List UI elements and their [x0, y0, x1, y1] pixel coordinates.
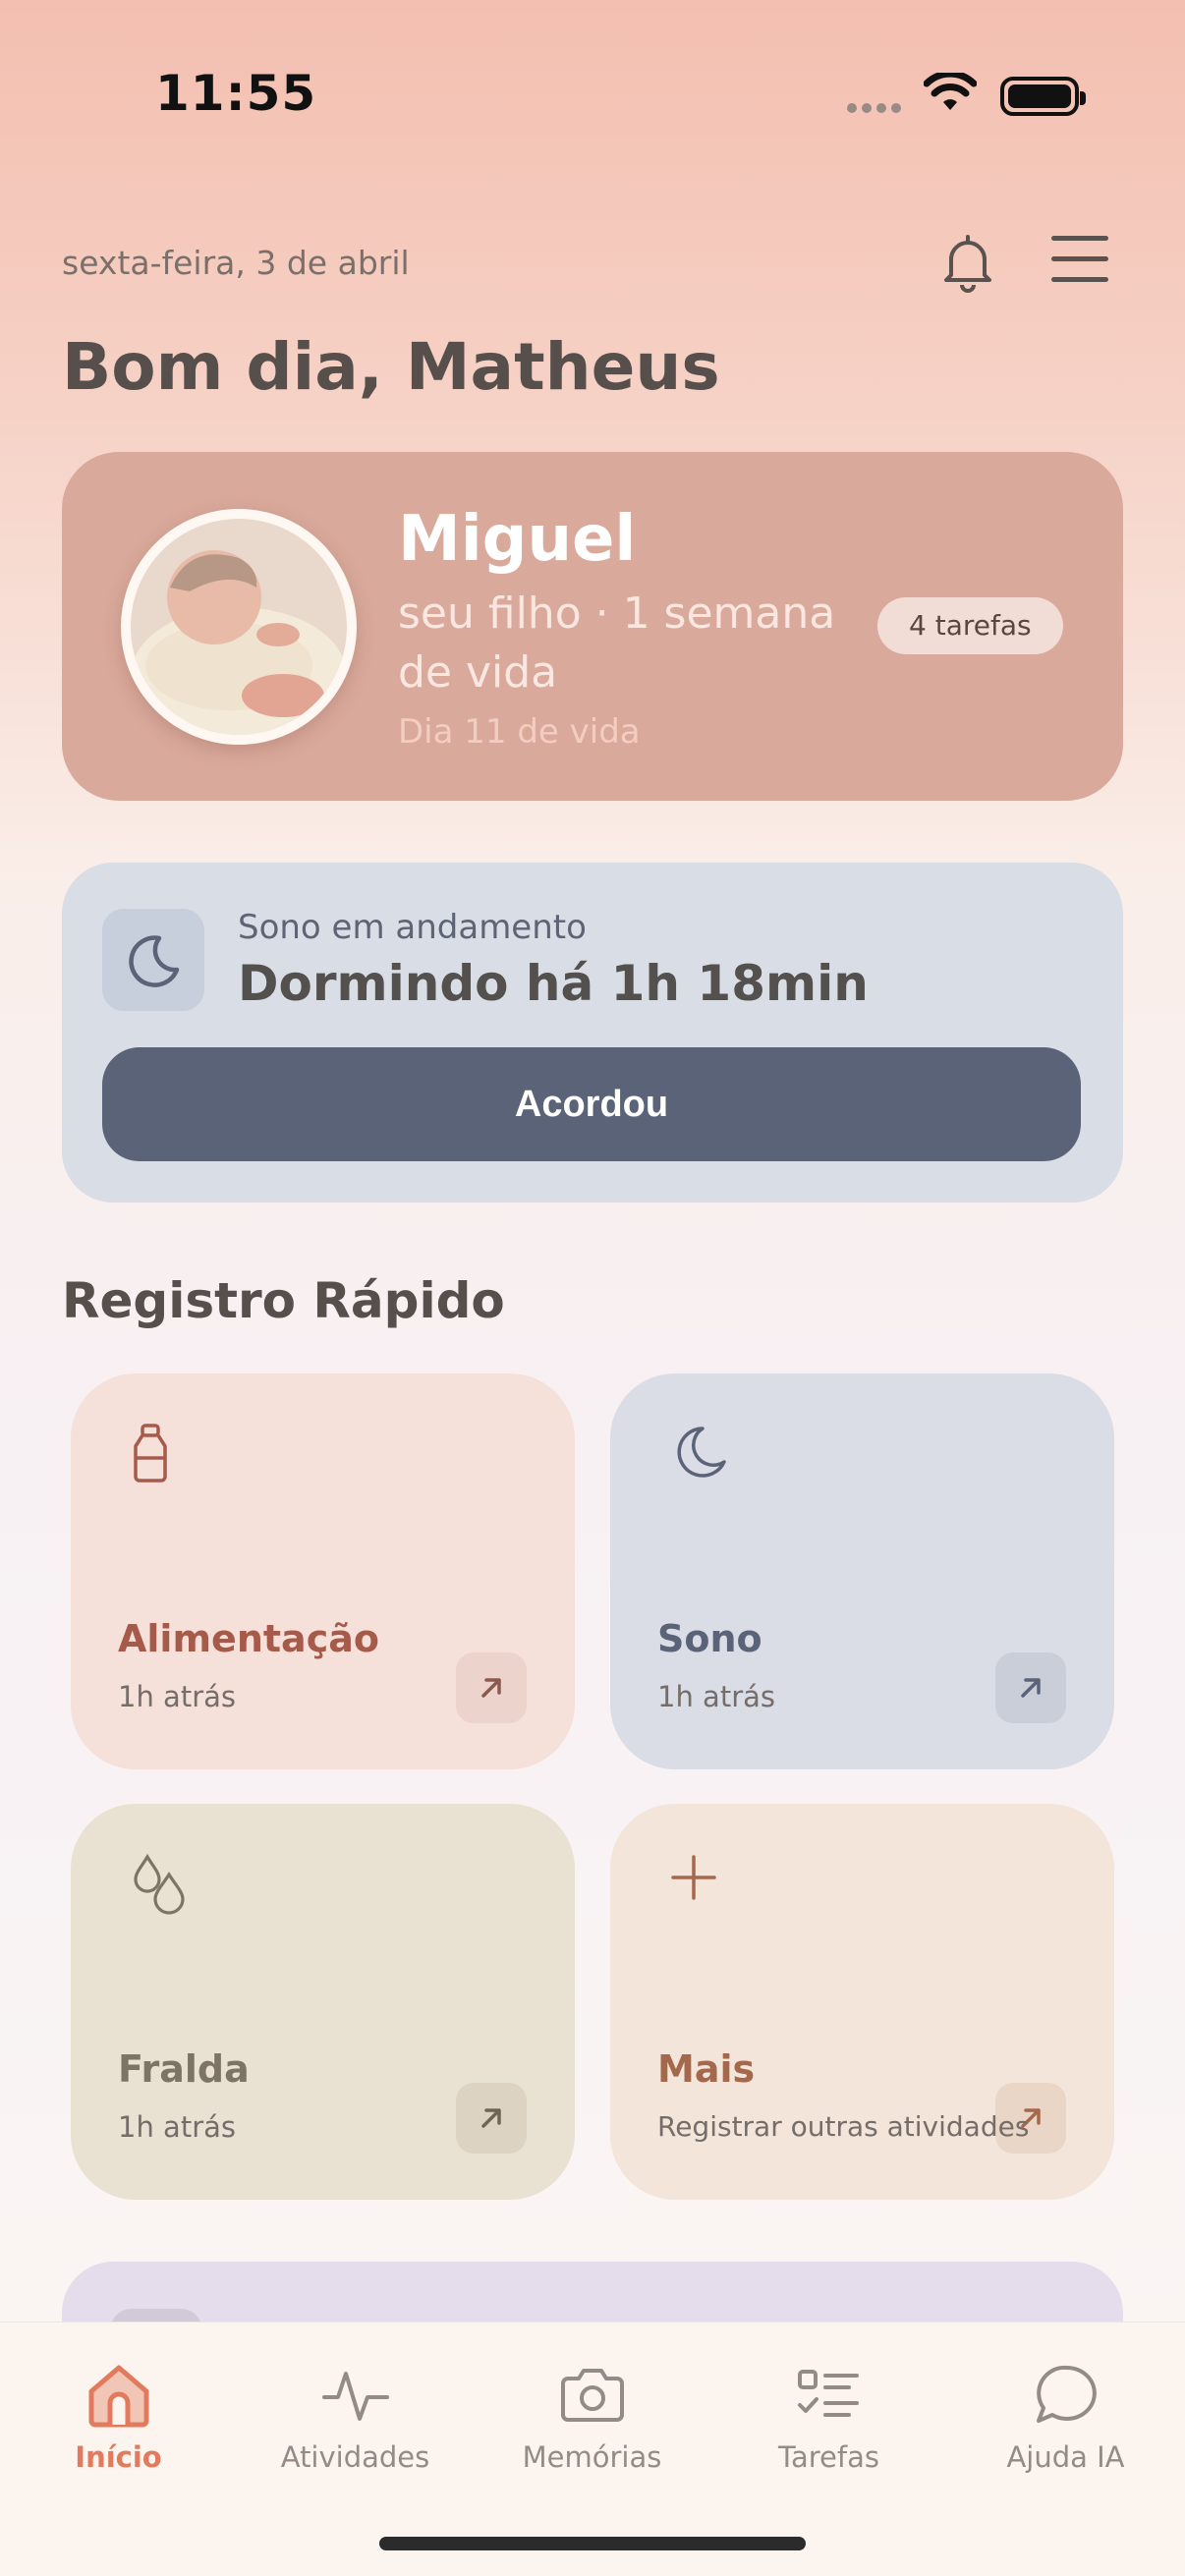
quick-log-feeding-tile[interactable]: Alimentação 1h atrás: [71, 1373, 575, 1769]
arrow-up-right-icon[interactable]: [995, 1652, 1066, 1723]
drops-icon: [130, 1853, 193, 1920]
quick-log-sleep-tile[interactable]: Sono 1h atrás: [610, 1373, 1114, 1769]
tile-title: Mais: [657, 2047, 756, 2091]
nav-item-tasks[interactable]: Tarefas: [710, 2323, 947, 2474]
activity-icon: [237, 2323, 474, 2431]
tile-subtitle: 1h atrás: [118, 1680, 236, 1713]
nav-label: Tarefas: [778, 2440, 879, 2474]
child-avatar: [121, 509, 357, 745]
tasks-badge[interactable]: 4 tarefas: [877, 597, 1063, 654]
home-icon: [0, 2323, 237, 2431]
nav-label: Atividades: [280, 2440, 430, 2474]
sleep-duration: Dormindo há 1h 18min: [238, 955, 869, 1012]
camera-icon: [474, 2323, 710, 2431]
home-indicator: [379, 2537, 806, 2550]
nav-label: Início: [75, 2440, 162, 2474]
cellular-signal-icon: [847, 98, 906, 117]
nav-item-activities[interactable]: Atividades: [237, 2323, 474, 2474]
bottle-icon: [130, 1423, 171, 1487]
tasks-icon: [710, 2323, 947, 2431]
child-name: Miguel: [398, 503, 637, 576]
moon-icon: [669, 1423, 730, 1487]
status-time: 11:55: [155, 65, 317, 122]
battery-icon: [1000, 77, 1086, 116]
nav-label: Memórias: [522, 2440, 662, 2474]
wifi-icon: [923, 70, 978, 118]
arrow-up-right-icon[interactable]: [456, 2083, 527, 2154]
hamburger-menu-icon[interactable]: [1051, 236, 1108, 298]
moon-icon: [102, 909, 204, 1011]
quick-log-title: Registro Rápido: [62, 1272, 505, 1329]
tile-subtitle: 1h atrás: [657, 1680, 775, 1713]
nav-label: Ajuda IA: [1006, 2440, 1125, 2474]
child-day-count: Dia 11 de vida: [398, 712, 641, 752]
quick-log-more-tile[interactable]: Mais Registrar outras atividades: [610, 1804, 1114, 2200]
greeting-title: Bom dia, Matheus: [62, 329, 720, 405]
child-subtitle: seu filho · 1 semana de vida: [398, 588, 836, 698]
arrow-up-right-icon[interactable]: [456, 1652, 527, 1723]
quick-log-diaper-tile[interactable]: Fralda 1h atrás: [71, 1804, 575, 2200]
nav-item-home[interactable]: Início: [0, 2323, 237, 2474]
tile-subtitle: 1h atrás: [118, 2110, 236, 2144]
plus-icon: [669, 1853, 718, 1906]
tile-title: Fralda: [118, 2047, 250, 2091]
woke-up-button[interactable]: Acordou: [102, 1047, 1081, 1161]
tile-title: Sono: [657, 1617, 762, 1660]
tile-title: Alimentação: [118, 1617, 379, 1660]
date-label: sexta-feira, 3 de abril: [62, 244, 410, 282]
notifications-bell-icon[interactable]: [933, 228, 1002, 301]
nav-item-ai-help[interactable]: Ajuda IA: [947, 2323, 1184, 2474]
chat-icon: [947, 2323, 1184, 2431]
nav-item-memories[interactable]: Memórias: [474, 2323, 710, 2474]
sleep-status-label: Sono em andamento: [238, 908, 587, 947]
tile-subtitle: Registrar outras atividades: [657, 2110, 1030, 2143]
